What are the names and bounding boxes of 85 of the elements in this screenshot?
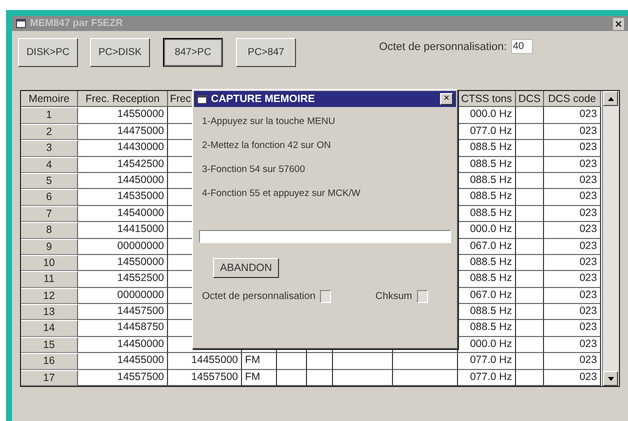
row-header[interactable]: 2 bbox=[21, 124, 78, 140]
table-cell: 14542500 bbox=[78, 156, 168, 173]
column-header: DCS bbox=[516, 91, 544, 108]
table-cell: 023 bbox=[544, 353, 601, 370]
table-cell: 14550000 bbox=[78, 254, 168, 272]
window-icon bbox=[16, 19, 26, 28]
transfer-button[interactable]: PC>DISK bbox=[90, 38, 150, 67]
table-cell: 14455000 bbox=[78, 353, 168, 370]
instruction-text: 4-Fonction 55 et appuyez sur MCK/W bbox=[202, 188, 360, 199]
dialog-icon bbox=[197, 94, 207, 104]
row-header[interactable]: 4 bbox=[21, 156, 78, 173]
table-cell: 00000000 bbox=[78, 238, 168, 255]
instruction-text: 2-Mettez la fonction 42 sur ON bbox=[202, 140, 331, 151]
down-arrow-icon bbox=[608, 376, 614, 381]
abandon-button[interactable]: ABANDON bbox=[213, 258, 279, 278]
table-cell: 14415000 bbox=[78, 222, 168, 239]
checkbox[interactable] bbox=[417, 290, 428, 303]
table-cell: 023 bbox=[544, 222, 601, 239]
row-header[interactable]: 10 bbox=[21, 254, 78, 272]
table-cell: 023 bbox=[544, 206, 601, 222]
row-header[interactable]: 8 bbox=[21, 222, 78, 239]
table-cell: 023 bbox=[544, 304, 601, 320]
octet-label: Octet de personnalisation: bbox=[379, 41, 507, 53]
table-cell: 023 bbox=[544, 140, 601, 157]
close-button[interactable]: × bbox=[440, 93, 453, 105]
row-header[interactable]: 6 bbox=[21, 189, 78, 206]
table-cell: 077.0 Hz bbox=[458, 370, 516, 386]
row-header[interactable]: 15 bbox=[21, 336, 78, 354]
table-cell: 023 bbox=[544, 271, 601, 288]
table-cell: 023 bbox=[544, 156, 601, 173]
up-arrow-icon bbox=[608, 96, 614, 100]
transfer-button[interactable]: PC>847 bbox=[236, 38, 296, 67]
row-header[interactable]: 1 bbox=[21, 107, 78, 124]
row-header[interactable]: 13 bbox=[21, 304, 78, 320]
table-cell: FM bbox=[242, 353, 277, 370]
octet-field[interactable]: 40 bbox=[510, 39, 533, 54]
window-title: MEM847 par F5EZR bbox=[30, 18, 123, 29]
table-cell: 023 bbox=[544, 124, 601, 140]
row-header[interactable]: 16 bbox=[21, 353, 78, 370]
table-cell: 077.0 Hz bbox=[458, 353, 516, 370]
row-header[interactable]: 9 bbox=[21, 238, 78, 255]
table-cell: 023 bbox=[544, 288, 601, 304]
transfer-button[interactable]: 847>PC bbox=[163, 38, 223, 67]
table-cell: 14458750 bbox=[78, 320, 168, 337]
column-header: Frec. Reception bbox=[78, 91, 168, 108]
row-header[interactable]: 11 bbox=[21, 271, 78, 288]
row-header[interactable]: 14 bbox=[21, 320, 78, 337]
row-header[interactable]: 17 bbox=[21, 370, 78, 386]
column-header: CTSS tons bbox=[458, 91, 516, 108]
row-header[interactable]: 3 bbox=[21, 140, 78, 157]
table-cell: 00000000 bbox=[78, 288, 168, 304]
checkbox-label: Chksum bbox=[375, 291, 412, 302]
table-cell: FM bbox=[242, 370, 277, 386]
checkbox[interactable] bbox=[320, 290, 332, 303]
row-header[interactable]: 5 bbox=[21, 172, 78, 190]
table-cell: 023 bbox=[544, 336, 601, 354]
table-cell: 14535000 bbox=[78, 189, 168, 206]
transfer-button[interactable]: DISK>PC bbox=[18, 38, 78, 67]
checkbox-label: Octet de personnalisation bbox=[202, 291, 316, 302]
instruction-text: 1-Appuyez sur la touche MENU bbox=[202, 116, 336, 127]
table-cell: 14540000 bbox=[78, 206, 168, 222]
table-cell: 14457500 bbox=[78, 304, 168, 320]
table-cell: 14557500 bbox=[168, 370, 242, 386]
table-cell: 14557500 bbox=[78, 370, 168, 386]
table-cell: 14430000 bbox=[78, 140, 168, 157]
table-cell: 14475000 bbox=[78, 124, 168, 140]
table-cell: 023 bbox=[544, 107, 601, 124]
row-header[interactable]: 7 bbox=[21, 206, 78, 222]
table-cell: 14455000 bbox=[168, 353, 242, 370]
table-cell: 023 bbox=[544, 172, 601, 190]
table-cell: 14552500 bbox=[78, 271, 168, 288]
instruction-text: 3-Fonction 54 sur 57600 bbox=[202, 164, 305, 175]
table-cell: 14450000 bbox=[78, 336, 168, 354]
column-header: DCS code bbox=[544, 91, 601, 108]
row-header[interactable]: 12 bbox=[21, 288, 78, 304]
close-button[interactable]: × bbox=[612, 18, 624, 30]
table-cell: 023 bbox=[544, 238, 601, 255]
table-cell: 023 bbox=[544, 254, 601, 272]
table-cell: 023 bbox=[544, 320, 601, 337]
scrollbar[interactable] bbox=[602, 91, 619, 386]
table-cell: 023 bbox=[544, 370, 601, 386]
table-cell: 14550000 bbox=[78, 107, 168, 124]
table-cell: 14450000 bbox=[78, 172, 168, 190]
column-header: Memoire bbox=[21, 91, 78, 108]
table-cell: 023 bbox=[544, 189, 601, 206]
